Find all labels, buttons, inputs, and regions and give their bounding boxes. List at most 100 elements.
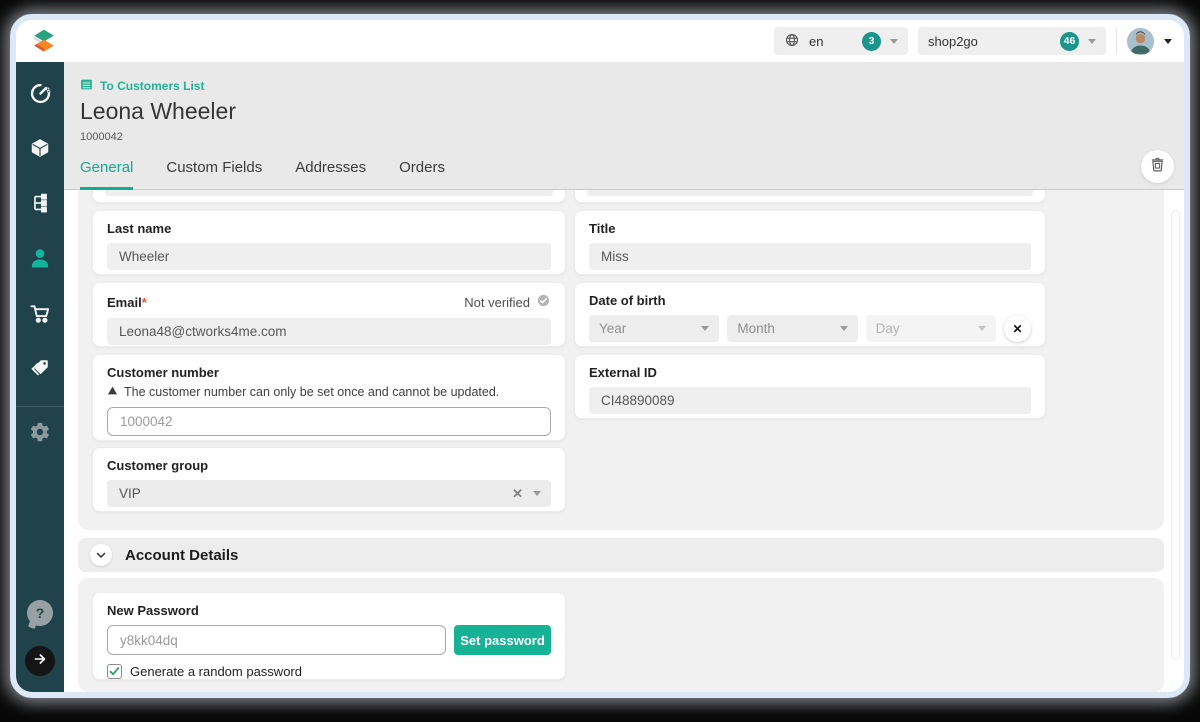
customer-number-label: Customer number [107,365,219,380]
language-select[interactable]: en 3 [774,27,908,55]
gear-icon [29,421,51,448]
year-select[interactable]: Year [589,315,720,342]
top-bar: en 3 shop2go 46 [16,20,1184,62]
sidebar-item-orders[interactable] [16,288,64,343]
generate-password-label: Generate a random password [130,664,302,679]
trash-icon [1149,156,1166,178]
clipped-card [574,190,1046,203]
title-field[interactable]: Miss [589,243,1031,270]
delete-customer-button[interactable] [1141,150,1174,183]
project-value: shop2go [928,33,978,49]
language-badge: 3 [862,31,881,51]
external-id-label: External ID [589,365,657,380]
topbar-controls: en 3 shop2go 46 [774,27,1172,55]
question-mark-icon: ? [35,605,45,621]
title-card: Title Miss [574,210,1046,275]
breadcrumb-label: To Customers List [100,79,205,93]
last-name-label: Last name [107,221,172,236]
chevron-down-icon [701,326,710,331]
screenshot-root: en 3 shop2go 46 ? To Customers List Leon… [0,0,1200,722]
email-status: Not verified [464,293,551,311]
email-field[interactable]: Leona48@ctworks4me.com [107,318,551,345]
gauge-icon [29,82,52,110]
scrollbar[interactable] [1171,210,1180,660]
arrow-right-icon [32,651,48,672]
person-icon [28,246,52,275]
customer-number-input[interactable] [107,407,551,436]
not-verified-label: Not verified [464,294,530,310]
customer-group-label: Customer group [107,458,209,473]
new-password-input[interactable] [107,625,446,655]
customer-number-warning: The customer number can only be set once… [107,385,551,399]
hierarchy-icon [29,192,51,219]
new-password-card: New Password Set password Generate a ran… [92,592,566,680]
external-id-field[interactable]: CI48890089 [589,387,1031,414]
divider [1116,28,1117,54]
clipped-card [92,190,566,203]
external-id-card: External ID CI48890089 [574,354,1046,419]
language-value: en [809,33,824,49]
list-icon [80,78,93,94]
collapse-section-button[interactable] [90,544,112,566]
set-password-button[interactable]: Set password [454,625,551,655]
sidebar-item-customers[interactable] [16,233,64,288]
last-name-field[interactable]: Wheeler [107,243,551,270]
user-menu-caret-icon[interactable] [1164,38,1172,44]
chevron-down-icon [977,326,986,331]
date-of-birth-card: Date of birth Year Month Day ✕ [574,282,1046,347]
customer-group-value: VIP [119,486,141,501]
commercetools-logo-icon[interactable] [31,28,57,54]
page-header: To Customers List Leona Wheeler 1000042 … [64,62,1184,190]
sidebar-item-products[interactable] [16,123,64,178]
customer-group-select[interactable]: VIP ✕ [107,480,551,507]
verified-check-icon [536,293,551,311]
last-name-card: Last name Wheeler [92,210,566,275]
generate-password-checkbox[interactable] [107,664,122,679]
sidebar-item-discounts[interactable] [16,343,64,398]
tab-general[interactable]: General [80,159,134,190]
email-label: Email* [107,294,147,310]
globe-icon [784,32,800,51]
main-area: To Customers List Leona Wheeler 1000042 … [64,62,1184,692]
new-password-label: New Password [107,603,199,618]
chevron-down-icon [1088,38,1096,44]
customer-id: 1000042 [80,131,123,143]
content-body: Last name Wheeler Title Miss Email* Not [64,190,1184,692]
warning-triangle-icon [107,385,118,399]
tab-orders[interactable]: Orders [399,159,445,190]
cart-icon [29,302,52,330]
sidebar-nav: ? [16,62,64,692]
sidebar-item-settings[interactable] [16,413,64,455]
breadcrumb[interactable]: To Customers List [80,78,204,94]
project-badge: 46 [1060,31,1079,51]
sidebar-item-dashboard[interactable] [16,68,64,123]
page-title: Leona Wheeler [80,98,236,124]
help-button[interactable]: ? [27,600,53,626]
tags-icon [29,357,51,384]
general-section: Last name Wheeler Title Miss Email* Not [78,190,1164,530]
day-select[interactable]: Day [865,315,996,342]
chevron-down-icon [839,326,848,331]
customer-group-card: Customer group VIP ✕ [92,447,566,512]
package-icon [29,137,51,164]
section-title: Account Details [125,546,239,564]
title-label: Title [589,221,616,236]
expand-sidebar-button[interactable] [25,646,55,676]
sidebar-bottom: ? [25,600,55,676]
account-details-header[interactable]: Account Details [78,538,1164,572]
user-avatar[interactable] [1127,27,1154,55]
app-window: en 3 shop2go 46 ? To Customers List Leon… [10,14,1190,698]
chevron-down-icon [890,38,898,44]
chevron-down-icon [533,491,541,496]
email-card: Email* Not verified Leona48@ctworks4me.c… [92,282,566,347]
tab-custom-fields[interactable]: Custom Fields [166,159,262,190]
tab-addresses[interactable]: Addresses [295,159,366,190]
project-select[interactable]: shop2go 46 [918,27,1106,55]
date-of-birth-label: Date of birth [589,293,666,308]
sidebar-divider [16,406,64,407]
clear-date-button[interactable]: ✕ [1003,315,1031,342]
clear-group-icon[interactable]: ✕ [512,486,523,502]
month-select[interactable]: Month [727,315,858,342]
sidebar-item-categories[interactable] [16,178,64,233]
required-asterisk: * [141,294,147,310]
